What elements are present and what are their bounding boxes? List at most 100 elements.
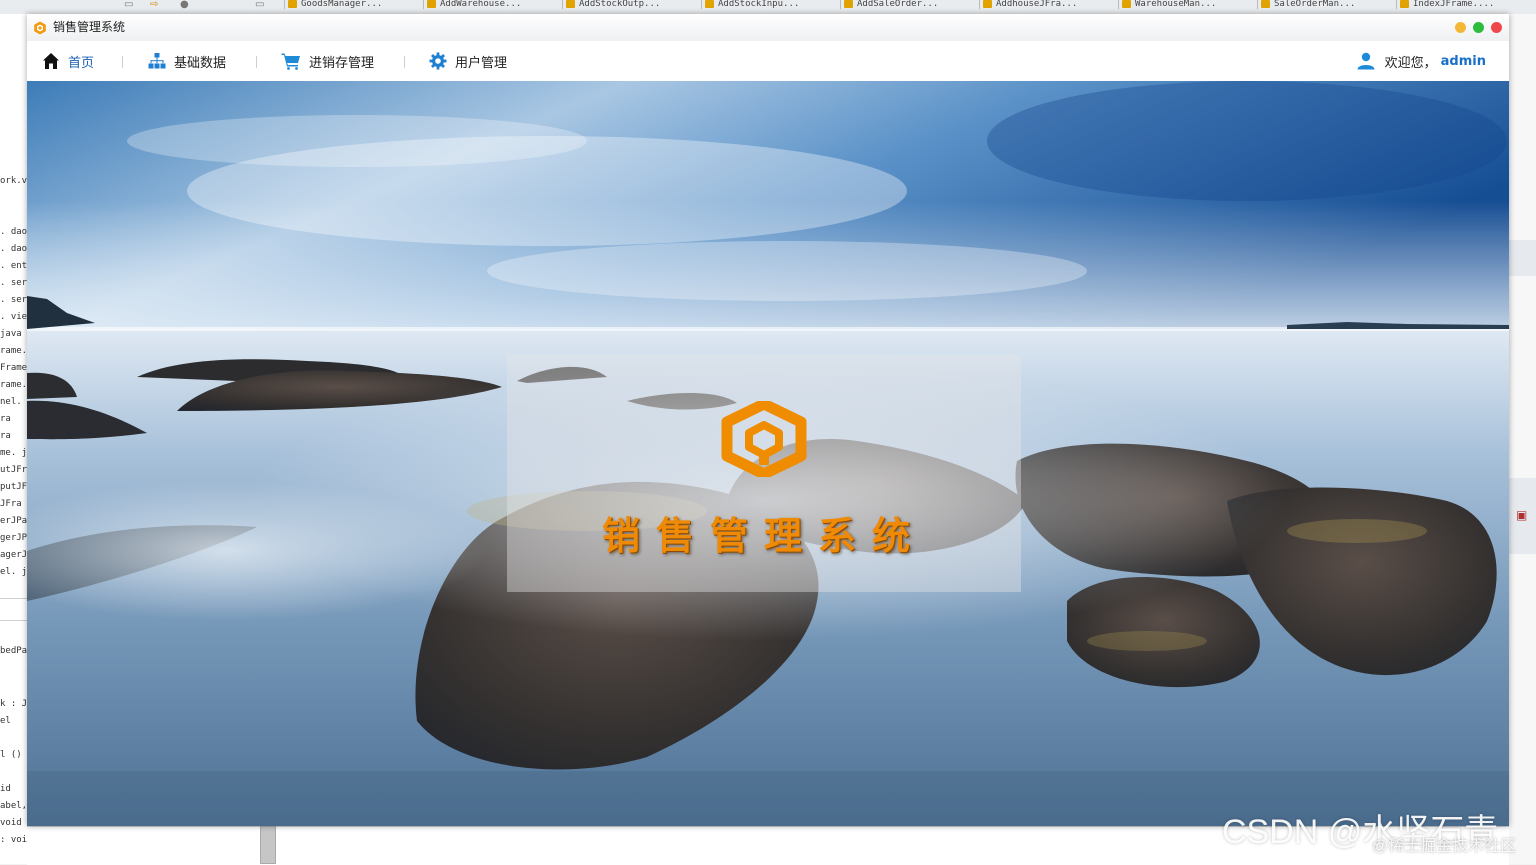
nav-label-home: 首页 (68, 55, 95, 71)
ide-right-strip: ▣ (1509, 14, 1536, 864)
code-line: . ent: (0, 261, 27, 271)
nav-separator (404, 56, 405, 68)
nav-label-inventory: 进销存管理 (309, 55, 375, 71)
code-line: . dao. (0, 244, 27, 254)
code-line: id (0, 784, 11, 794)
logo-title: 销售管理系统 (601, 513, 926, 558)
code-line: putJF (0, 482, 27, 492)
editor-tab-label: AddSaleOrder... (857, 0, 939, 9)
editor-tab[interactable]: GoodsManager... (284, 0, 414, 9)
java-file-icon (1122, 0, 1131, 8)
nav-item-home[interactable]: 首页 (42, 41, 94, 81)
editor-tab-label: AddWarehouse... (440, 0, 522, 9)
java-file-icon (566, 0, 575, 8)
code-line: me. j (0, 448, 27, 458)
code-line: . view (0, 312, 27, 322)
code-line: java (0, 329, 22, 339)
editor-tab[interactable]: AddWarehouse... (423, 0, 553, 9)
pane-divider (0, 598, 27, 599)
code-line: . dao (0, 227, 27, 237)
code-line: rame. (0, 380, 27, 390)
java-file-icon (983, 0, 992, 8)
code-line: el (0, 716, 11, 726)
close-button[interactable] (1491, 22, 1502, 33)
pane-divider (0, 620, 27, 621)
code-line: void (0, 818, 22, 828)
welcome-text: 欢迎您， (1384, 55, 1437, 71)
welcome-user[interactable]: 欢迎您， admin (1356, 41, 1486, 81)
main-navbar: 首页 基础数据 进销存管理 用户管理 欢迎您， admin (27, 41, 1509, 82)
code-line: k : J (0, 699, 27, 709)
arrow-icon[interactable]: ⇨ (150, 0, 162, 10)
window-icon[interactable]: ▭ (124, 0, 136, 10)
gear-icon[interactable]: ● (180, 0, 192, 10)
code-line: JFra (0, 499, 22, 509)
maximize-button[interactable] (1473, 22, 1484, 33)
code-editor-pane[interactable]: ork.v . dao . dao. . ent: . serv . serv . view… (0, 14, 27, 864)
code-line: ork.v (0, 176, 27, 186)
java-file-icon (427, 0, 436, 8)
java-file-icon (1400, 0, 1409, 8)
hero-background: 销售管理系统 (27, 81, 1509, 826)
home-icon (43, 53, 59, 69)
nav-label-user-management: 用户管理 (455, 55, 508, 71)
scrollbar-thumb[interactable] (260, 826, 276, 864)
editor-tab[interactable]: WarehouseMan... (1118, 0, 1248, 9)
editor-tab-label: WarehouseMan... (1135, 0, 1217, 9)
editor-tab-label: SaleOrderMan... (1274, 0, 1356, 9)
sitemap-icon (148, 53, 166, 69)
editor-tab-label: AddStockInpu... (718, 0, 800, 9)
editor-tab[interactable]: AddStockInpu... (701, 0, 831, 9)
editor-tab[interactable]: IndexJFrame.... (1396, 0, 1526, 9)
code-line: nel. (0, 397, 22, 407)
watermark-sub: @稀土掘金技术社区 (1372, 838, 1517, 855)
console-icon[interactable]: ▣ (1516, 508, 1527, 522)
editor-tab-label: AddhouseJFra... (996, 0, 1078, 9)
app-window: 销售管理系统 首页 基础数据 进销存管理 用户管理 欢迎您， admin 销售管… (27, 14, 1509, 826)
code-line: agerJ (0, 550, 27, 560)
nav-separator (256, 56, 257, 68)
code-line: el. j (0, 567, 27, 577)
code-line: rame. (0, 346, 27, 356)
editor-tab-label: GoodsManager... (301, 0, 383, 9)
code-line: : void (0, 835, 27, 845)
code-line: l () (0, 750, 22, 760)
code-line: abel, (0, 801, 27, 811)
code-line: . serv (0, 278, 27, 288)
app-logo-icon (721, 401, 807, 477)
window-title: 销售管理系统 (53, 20, 126, 34)
minimize-button[interactable] (1455, 22, 1466, 33)
ide-toolbar: ▭ ⇨ ● ▭ GoodsManager... AddWarehouse... Ad… (0, 0, 1536, 15)
code-line: gerJP (0, 533, 27, 543)
editor-tab-label: AddStockOutp... (579, 0, 661, 9)
nav-item-basic-data[interactable]: 基础数据 (148, 41, 226, 81)
nav-item-inventory[interactable]: 进销存管理 (281, 41, 374, 81)
username: admin (1440, 53, 1486, 69)
logo-panel: 销售管理系统 (507, 355, 1021, 592)
code-line: Frame (0, 363, 27, 373)
cart-icon (281, 53, 300, 70)
user-icon (1357, 52, 1375, 70)
editor-tab-label: IndexJFrame.... (1413, 0, 1495, 9)
editor-tab[interactable]: AddStockOutp... (562, 0, 692, 9)
code-line: ra (0, 414, 11, 424)
java-file-icon (288, 0, 297, 8)
restore-icon[interactable]: ▭ (255, 0, 267, 10)
app-logo-icon (34, 21, 46, 35)
editor-tab[interactable]: AddSaleOrder... (840, 0, 970, 9)
window-titlebar[interactable]: 销售管理系统 (27, 14, 1509, 42)
code-line: utJFr (0, 465, 27, 475)
nav-label-basic-data: 基础数据 (174, 55, 227, 71)
editor-tab[interactable]: AddhouseJFra... (979, 0, 1109, 9)
strip-band (1509, 240, 1536, 276)
nav-separator (122, 56, 123, 68)
gear-icon (429, 52, 447, 70)
code-line: . serv (0, 295, 27, 305)
java-file-icon (1261, 0, 1270, 8)
code-line: ra (0, 431, 11, 441)
editor-tab[interactable]: SaleOrderMan... (1257, 0, 1387, 9)
code-line: erJPa (0, 516, 27, 526)
code-line: bedPa (0, 646, 27, 656)
nav-item-user-management[interactable]: 用户管理 (429, 41, 507, 81)
java-file-icon (844, 0, 853, 8)
